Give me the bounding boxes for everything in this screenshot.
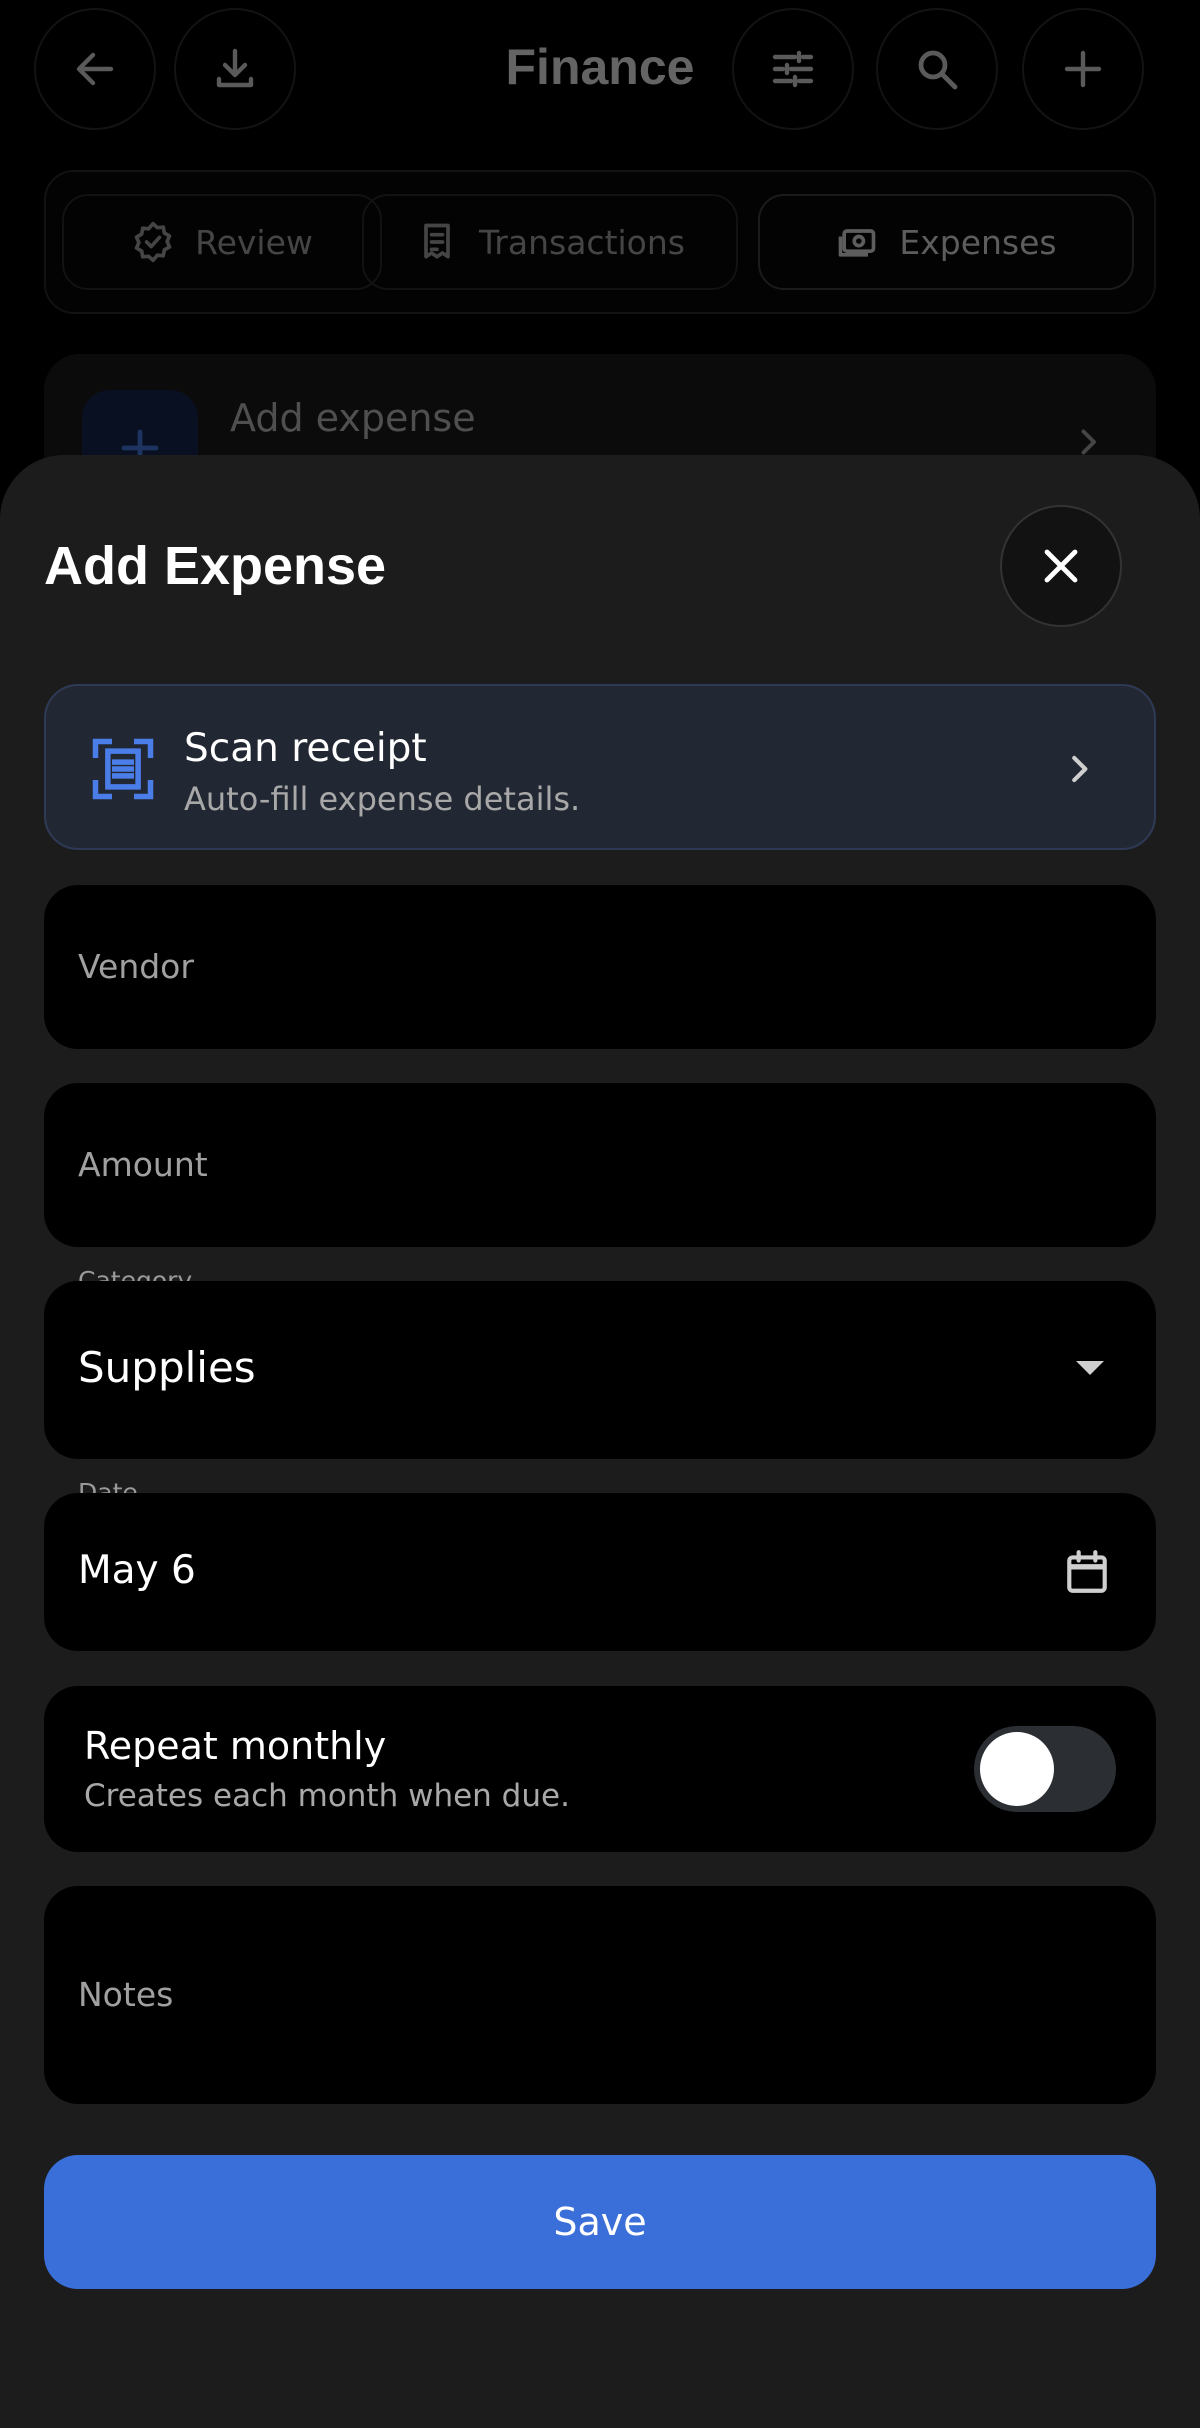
vendor-field[interactable]: Vendor (44, 885, 1156, 1049)
amount-field[interactable]: Amount (44, 1083, 1156, 1247)
date-value: May 6 (78, 1548, 196, 1593)
amount-placeholder: Amount (78, 1145, 208, 1184)
category-value: Supplies (78, 1343, 256, 1392)
repeat-monthly-subtitle: Creates each month when due. (84, 1778, 570, 1814)
close-icon (1044, 549, 1078, 583)
date-field[interactable]: May 6 (44, 1493, 1156, 1651)
repeat-monthly-toggle[interactable] (974, 1726, 1116, 1812)
notes-placeholder: Notes (78, 1975, 174, 2014)
toggle-knob (980, 1732, 1054, 1806)
sheet-title: Add Expense (44, 536, 387, 596)
document-scanner-icon (92, 738, 154, 800)
chevron-right-icon (1072, 755, 1088, 783)
dropdown-arrow-icon (1076, 1361, 1104, 1375)
notes-field[interactable]: Notes (44, 1886, 1156, 2104)
repeat-monthly-row: Repeat monthly Creates each month when d… (44, 1686, 1156, 1852)
save-button[interactable]: Save (44, 2155, 1156, 2289)
calendar-icon[interactable] (1062, 1547, 1112, 1597)
scan-receipt-title: Scan receipt (184, 726, 427, 771)
close-button[interactable] (1000, 505, 1122, 627)
scan-receipt-card[interactable]: Scan receipt Auto-fill expense details. (44, 684, 1156, 850)
repeat-monthly-title: Repeat monthly (84, 1724, 387, 1768)
add-expense-sheet: Add Expense Scan receipt Auto-fill expen… (0, 455, 1200, 2428)
vendor-placeholder: Vendor (78, 947, 194, 986)
scan-receipt-subtitle: Auto-fill expense details. (184, 780, 581, 818)
category-dropdown[interactable]: Supplies (44, 1281, 1156, 1459)
